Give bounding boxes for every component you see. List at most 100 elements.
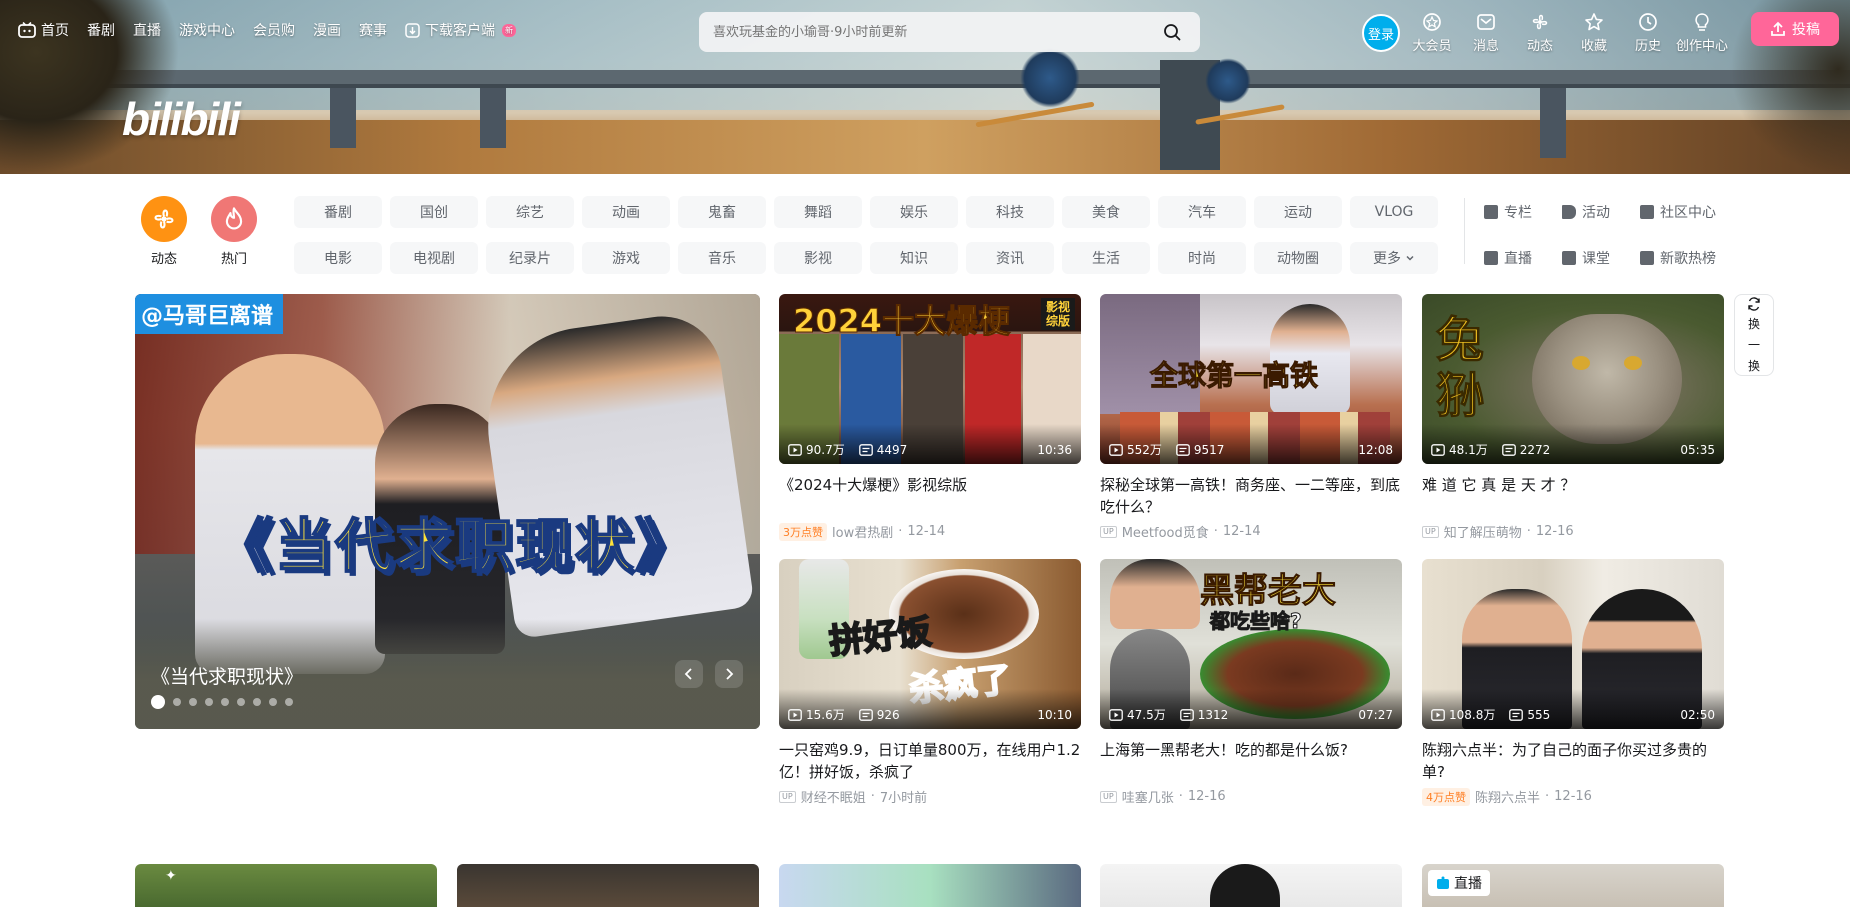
video-card[interactable]: 黑帮老大 都吃些啥? 47.5万 1312 07:27 上海第一黑帮老大！吃的都…	[1100, 559, 1402, 806]
side-link-music-chart[interactable]: 新歌热榜	[1640, 242, 1718, 274]
side-link-course[interactable]: 课堂	[1562, 242, 1640, 274]
channel-item[interactable]: 科技	[966, 196, 1054, 228]
channel-item[interactable]: 资讯	[966, 242, 1054, 274]
channel-item[interactable]: 生活	[1062, 242, 1150, 274]
channel-item[interactable]: 舞蹈	[774, 196, 862, 228]
hero-carousel[interactable]: @马哥巨离谱 《当代求职现状》 《当代求职现状》	[135, 294, 760, 729]
video-thumbnail[interactable]: 拼好饭 杀疯了 15.6万 926 10:10	[779, 559, 1081, 729]
side-link-column[interactable]: 专栏	[1484, 196, 1562, 228]
video-title[interactable]: 《2024十大爆梗》影视综版	[779, 474, 1081, 518]
channel-item[interactable]: 动画	[582, 196, 670, 228]
nav-live[interactable]: 直播	[133, 20, 161, 40]
nav-game-center[interactable]: 游戏中心	[179, 20, 235, 40]
video-card[interactable]: 全球第一高铁 552万 9517 12:08 探秘全球第一高铁！商务座、一二等座…	[1100, 294, 1402, 541]
channel-item[interactable]: 知识	[870, 242, 958, 274]
channel-item[interactable]: 运动	[1254, 196, 1342, 228]
video-card-thumbnail[interactable]	[779, 864, 1081, 907]
channel-item[interactable]: 娱乐	[870, 196, 958, 228]
video-title[interactable]: 难 道 它 真 是 天 才 ？	[1422, 474, 1724, 518]
nav-message[interactable]: 消息	[1459, 12, 1513, 54]
video-title[interactable]: 探秘全球第一高铁！商务座、一二等座，到底吃什么？	[1100, 474, 1402, 518]
video-duration: 10:36	[1037, 442, 1072, 457]
channel-item[interactable]: 影视	[774, 242, 862, 274]
video-card-thumbnail[interactable]: ✦	[135, 864, 437, 907]
channel-divider	[1464, 198, 1465, 264]
nav-history[interactable]: 历史	[1621, 12, 1675, 54]
nav-home[interactable]: 首页	[18, 20, 69, 40]
carousel-dot[interactable]	[173, 698, 181, 706]
carousel-dot[interactable]	[237, 698, 245, 706]
channel-item[interactable]: 时尚	[1158, 242, 1246, 274]
video-thumbnail[interactable]: 2024十大爆梗 影视综版 90.7万 4497 10:36	[779, 294, 1081, 464]
nav-download-client[interactable]: 下载客户端 新	[405, 20, 516, 40]
channel-item[interactable]: 电视剧	[390, 242, 478, 274]
nav-vip[interactable]: 大会员	[1405, 12, 1459, 54]
side-link-community[interactable]: 社区中心	[1640, 196, 1718, 228]
meta-separator: ·	[1526, 524, 1531, 539]
channel-item[interactable]: 鬼畜	[678, 196, 766, 228]
video-card[interactable]: 108.8万 555 02:50 陈翔六点半：为了自己的面子你买过多贵的单? 4…	[1422, 559, 1724, 806]
channel-item[interactable]: 国创	[390, 196, 478, 228]
live-card-thumbnail[interactable]: 直播	[1422, 864, 1724, 907]
nav-anime[interactable]: 番剧	[87, 20, 115, 40]
video-card-thumbnail[interactable]	[457, 864, 759, 907]
channel-hot[interactable]: 热门	[204, 196, 264, 267]
channel-item[interactable]: 番剧	[294, 196, 382, 228]
channel-more-button[interactable]: 更多	[1350, 242, 1438, 274]
search-input[interactable]	[713, 24, 1158, 40]
channel-item[interactable]: 汽车	[1158, 196, 1246, 228]
login-avatar-button[interactable]: 登录	[1362, 14, 1400, 52]
nav-esports[interactable]: 赛事	[359, 20, 387, 40]
video-author[interactable]: 知了解压萌物	[1444, 522, 1522, 541]
bilibili-logo[interactable]: bilibili	[122, 92, 241, 146]
hero-caption[interactable]: 《当代求职现状》	[151, 662, 303, 689]
side-link-live[interactable]: 直播	[1484, 242, 1562, 274]
carousel-dot[interactable]	[253, 698, 261, 706]
video-author[interactable]: low君热剧	[832, 522, 893, 541]
video-thumbnail[interactable]: 108.8万 555 02:50	[1422, 559, 1724, 729]
side-link-activity[interactable]: 活动	[1562, 196, 1640, 228]
channel-item[interactable]: 电影	[294, 242, 382, 274]
nav-creator-center[interactable]: 创作中心	[1675, 12, 1729, 54]
search-button[interactable]	[1158, 18, 1186, 46]
video-title[interactable]: 陈翔六点半：为了自己的面子你买过多贵的单?	[1422, 739, 1724, 783]
video-thumbnail[interactable]: 黑帮老大 都吃些啥? 47.5万 1312 07:27	[1100, 559, 1402, 729]
nav-manga[interactable]: 漫画	[313, 20, 341, 40]
channel-item[interactable]: 美食	[1062, 196, 1150, 228]
video-title[interactable]: 上海第一黑帮老大！吃的都是什么饭?	[1100, 739, 1402, 783]
video-card[interactable]: 拼好饭 杀疯了 15.6万 926 10:10 一只窑鸡9.9，日订单量800万…	[779, 559, 1081, 806]
carousel-next-button[interactable]	[715, 660, 743, 688]
channel-item[interactable]: 纪录片	[486, 242, 574, 274]
video-author[interactable]: 财经不眠姐	[801, 787, 866, 806]
meta-separator: ·	[1545, 789, 1550, 804]
carousel-dot[interactable]	[205, 698, 213, 706]
video-card[interactable]: 兔狲 48.1万 2272 05:35 难 道 它 真 是 天 才 ？ UP 知…	[1422, 294, 1724, 541]
channel-item[interactable]: 音乐	[678, 242, 766, 274]
channel-item[interactable]: 游戏	[582, 242, 670, 274]
channel-dynamic[interactable]: 动态	[134, 196, 194, 267]
nav-mall[interactable]: 会员购	[253, 20, 295, 40]
channel-item[interactable]: 综艺	[486, 196, 574, 228]
video-thumbnail[interactable]: 全球第一高铁 552万 9517 12:08	[1100, 294, 1402, 464]
video-author[interactable]: 哇塞几张	[1122, 787, 1174, 806]
nav-dynamic[interactable]: 动态	[1513, 12, 1567, 54]
video-title[interactable]: 一只窑鸡9.9，日订单量800万，在线用户1.2亿！拼好饭，杀疯了	[779, 739, 1081, 783]
video-thumbnail[interactable]: 兔狲 48.1万 2272 05:35	[1422, 294, 1724, 464]
carousel-dot[interactable]	[221, 698, 229, 706]
nav-favorites[interactable]: 收藏	[1567, 12, 1621, 54]
refresh-button[interactable]: 换 一 换	[1734, 294, 1774, 376]
channel-item[interactable]: 动物圈	[1254, 242, 1342, 274]
carousel-dot[interactable]	[151, 695, 165, 709]
video-card[interactable]: 2024十大爆梗 影视综版 90.7万 4497 10:36 《2024十大爆梗…	[779, 294, 1081, 541]
carousel-dot[interactable]	[285, 698, 293, 706]
nav-left: 首页 番剧 直播 游戏中心 会员购 漫画 赛事 下载客户端 新	[18, 20, 534, 40]
channel-item[interactable]: VLOG	[1350, 196, 1438, 228]
video-author[interactable]: Meetfood觅食	[1122, 522, 1209, 541]
video-card-thumbnail[interactable]	[1100, 864, 1402, 907]
video-author[interactable]: 陈翔六点半	[1475, 787, 1540, 806]
carousel-dot[interactable]	[269, 698, 277, 706]
carousel-prev-button[interactable]	[675, 660, 703, 688]
vip-icon	[1423, 13, 1441, 31]
upload-button[interactable]: 投稿	[1751, 12, 1839, 46]
carousel-dot[interactable]	[189, 698, 197, 706]
